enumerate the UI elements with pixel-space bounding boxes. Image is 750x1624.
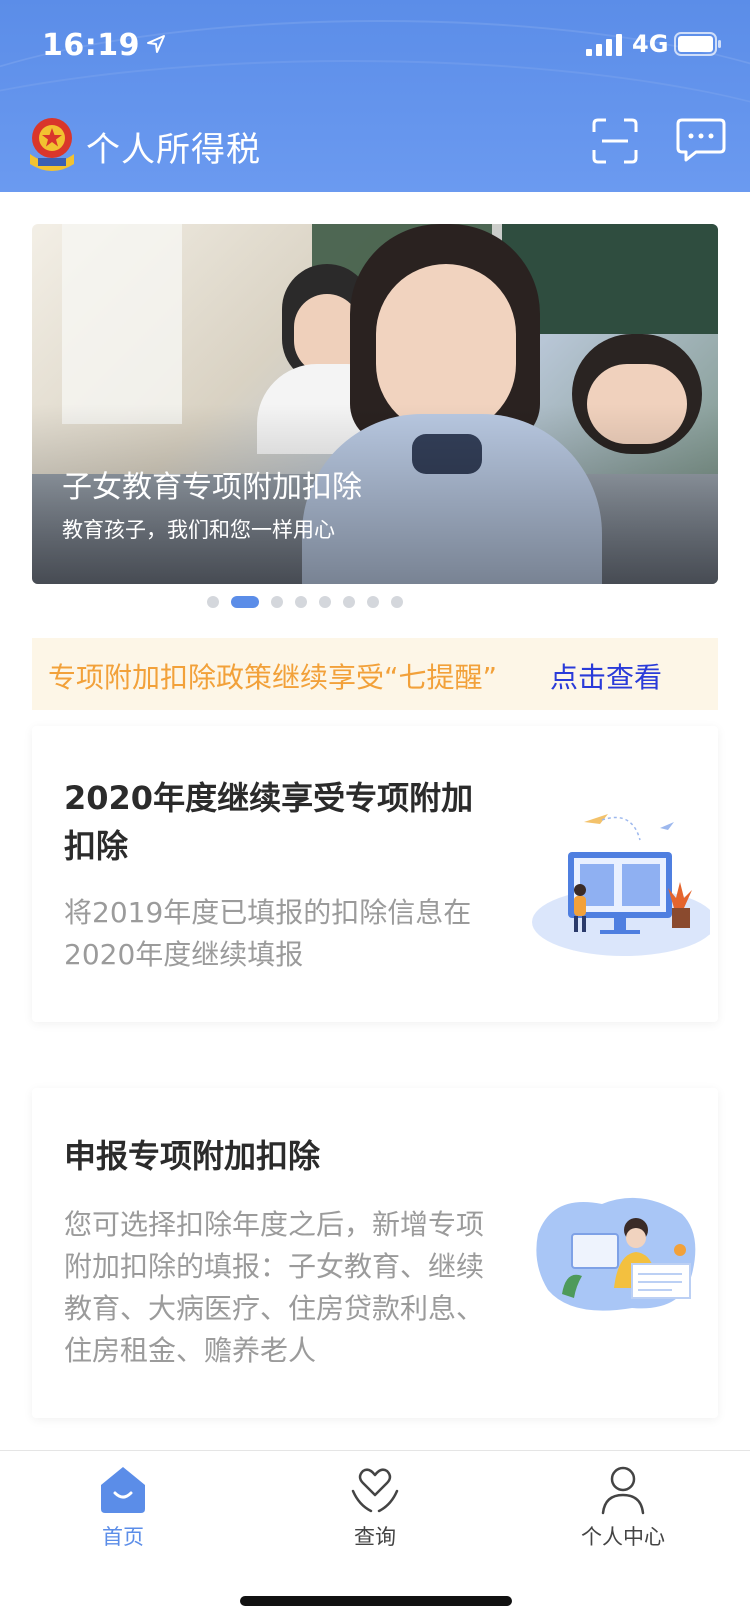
carousel-dot[interactable] (295, 596, 307, 608)
tab-query[interactable]: 查询 (300, 1465, 450, 1555)
home-content: 子女教育专项附加扣除 教育孩子，我们和您一样用心 专项附加扣除政策继续享受“七提… (0, 192, 750, 1450)
home-indicator (240, 1596, 512, 1606)
emblem-icon (30, 118, 74, 171)
status-time: 16:19 (42, 28, 140, 63)
tab-home-label: 首页 (102, 1525, 144, 1549)
carousel-dot[interactable] (207, 596, 219, 608)
notice-bar[interactable]: 专项附加扣除政策继续享受“七提醒” 点击查看 (32, 638, 718, 710)
carousel-dot[interactable] (271, 596, 283, 608)
notice-text: 专项附加扣除政策继续享受“七提醒” (48, 661, 498, 694)
carousel-dot[interactable] (319, 596, 331, 608)
banner-title: 子女教育专项附加扣除 (62, 470, 362, 505)
notice-link[interactable]: 点击查看 (550, 656, 662, 696)
heart-hands-icon (351, 1468, 399, 1513)
continue-deduction-card[interactable]: 2020年度继续享受专项附加扣除 将2019年度已填报的扣除信息在2020年度继… (32, 726, 718, 1022)
message-icon[interactable] (676, 118, 726, 164)
carousel-indicator (0, 592, 750, 614)
network-type: 4G (632, 30, 669, 58)
tab-home[interactable]: 首页 (48, 1465, 198, 1555)
person-icon (601, 1466, 645, 1515)
location-arrow-icon (147, 35, 165, 53)
app-bar: 个人所得税 (0, 104, 750, 184)
banner-carousel[interactable]: 子女教育专项附加扣除 教育孩子，我们和您一样用心 (32, 224, 718, 584)
card-description: 将2019年度已填报的扣除信息在2020年度继续填报 (64, 896, 472, 971)
card-description: 您可选择扣除年度之后，新增专项附加扣除的填报：子女教育、继续教育、大病医疗、住房… (64, 1208, 485, 1367)
cellular-signal-icon (586, 34, 622, 56)
carousel-dot-active[interactable] (231, 596, 259, 608)
tab-personal-center[interactable]: 个人中心 (548, 1465, 698, 1555)
card-title: 2020年度继续享受专项附加扣除 (64, 779, 474, 865)
battery-icon (674, 32, 721, 56)
carousel-dot[interactable] (367, 596, 379, 608)
declare-deduction-card[interactable]: 申报专项附加扣除 您可选择扣除年度之后，新增专项附加扣除的填报：子女教育、继续教… (32, 1088, 718, 1418)
tab-query-label: 查询 (354, 1525, 396, 1549)
computer-illustration-icon (532, 814, 710, 956)
app-title: 个人所得税 (86, 130, 261, 170)
declaration-illustration-icon (536, 1197, 696, 1311)
app-header: 16:19 4G 个人所得税 (0, 0, 750, 192)
card-title: 申报专项附加扣除 (64, 1137, 321, 1175)
carousel-dot[interactable] (343, 596, 355, 608)
scan-icon[interactable] (592, 118, 638, 164)
carousel-dot[interactable] (391, 596, 403, 608)
banner-photo-window (62, 224, 182, 424)
home-icon (101, 1467, 145, 1513)
banner-subtitle: 教育孩子，我们和您一样用心 (62, 518, 335, 542)
status-bar: 16:19 4G (0, 0, 750, 92)
tab-personal-center-label: 个人中心 (581, 1525, 665, 1549)
